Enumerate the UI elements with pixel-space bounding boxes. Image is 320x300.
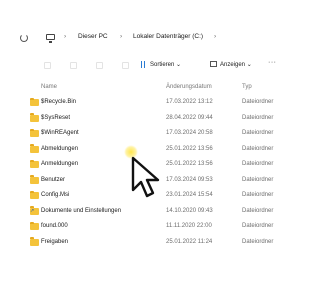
folder-icon (30, 159, 39, 168)
refresh-icon[interactable] (20, 34, 28, 42)
folder-icon (30, 190, 39, 199)
view-button[interactable]: Anzeigen ⌄ (210, 61, 252, 70)
file-type: Dateiordner (242, 130, 274, 136)
folder-icon (30, 144, 39, 153)
file-name: found.000 (41, 223, 68, 229)
file-date: 25.01.2022 13:56 (166, 145, 213, 152)
file-type: Dateiordner (242, 207, 274, 214)
file-type: Dateiordner (242, 192, 274, 198)
column-header-row: Name Änderungsdatum Typ (0, 82, 300, 94)
sort-label: Sortieren (150, 62, 175, 69)
file-date: 17.03.2022 13:12 (166, 99, 213, 105)
folder-icon (30, 113, 39, 122)
file-row[interactable]: $Recycle.Bin 17.03.2022 13:12 Dateiordner (0, 95, 300, 111)
breadcrumb-this-pc[interactable]: Dieser PC (78, 32, 108, 42)
folder-icon (30, 221, 39, 230)
this-pc-icon[interactable] (46, 34, 55, 43)
shortcut-folder-icon (30, 206, 39, 215)
sort-button[interactable]: Sortieren ⌄ (140, 61, 181, 70)
file-date: 17.03.2024 20:58 (166, 130, 213, 136)
file-name: $SysReset (41, 114, 71, 121)
view-label: Anzeigen (220, 62, 246, 68)
file-type: Dateiordner (242, 114, 274, 121)
file-date: 25.01.2022 11:24 (166, 238, 213, 245)
file-type: Dateiordner (242, 161, 274, 167)
file-name: Dokumente und Einstellungen (41, 207, 122, 214)
file-row[interactable]: Freigaben 25.01.2022 11:24 Dateiordner (0, 235, 300, 251)
breadcrumb-separator: › (214, 33, 217, 40)
mouse-pointer-icon (131, 156, 160, 198)
file-date: 28.04.2022 09:44 (166, 114, 213, 121)
file-name: Benutzer (41, 176, 66, 183)
file-name: Config.Msi (41, 192, 70, 198)
view-icon (210, 61, 217, 68)
breadcrumb-separator: › (64, 33, 67, 40)
file-date: 11.11.2020 22:00 (166, 223, 212, 229)
folder-icon (30, 97, 39, 106)
file-date: 14.10.2020 09:43 (166, 207, 213, 214)
file-row[interactable]: $WinREAgent 17.03.2024 20:58 Dateiordner (0, 126, 300, 142)
file-name: Abmeldungen (41, 145, 79, 152)
file-name: Freigaben (41, 238, 69, 245)
file-date: 17.03.2024 09:53 (166, 176, 213, 183)
folder-icon (30, 128, 39, 137)
folder-icon (30, 175, 39, 184)
delete-icon[interactable] (122, 62, 129, 69)
file-row[interactable]: found.000 11.11.2020 22:00 Dateiordner (0, 219, 300, 235)
more-options-button[interactable]: ··· (268, 59, 277, 66)
file-row[interactable]: $SysReset 28.04.2022 09:44 Dateiordner (0, 111, 300, 127)
copy-icon[interactable] (70, 62, 77, 69)
file-name: Anmeldungen (41, 161, 79, 167)
file-date: 23.01.2024 15:54 (166, 192, 213, 198)
command-bar: Sortieren ⌄ Anzeigen ⌄ ··· (0, 58, 300, 74)
column-header-name[interactable]: Name (41, 84, 57, 90)
file-date: 25.01.2022 13:56 (166, 161, 213, 167)
file-row[interactable]: Dokumente und Einstellungen 14.10.2020 09… (0, 204, 300, 220)
file-type: Dateiordner (242, 176, 274, 183)
file-type: Dateiordner (242, 145, 274, 152)
breadcrumb-local-disk[interactable]: Lokaler Datenträger (C:) (133, 32, 203, 42)
address-bar: › Dieser PC › Lokaler Datenträger (C:) › (0, 30, 300, 48)
sort-icon (140, 61, 147, 68)
file-type: Dateiordner (242, 238, 274, 245)
chevron-down-icon: ⌄ (176, 62, 182, 69)
file-name: $Recycle.Bin (41, 99, 77, 105)
file-type: Dateiordner (242, 223, 274, 229)
breadcrumb-separator: › (120, 33, 123, 40)
column-header-date[interactable]: Änderungsdatum (166, 84, 212, 90)
column-header-type[interactable]: Typ (242, 84, 252, 90)
folder-icon (30, 237, 39, 246)
chevron-down-icon: ⌄ (246, 62, 252, 68)
file-name: $WinREAgent (41, 130, 79, 136)
cut-icon[interactable] (44, 62, 51, 69)
paste-icon[interactable] (96, 62, 103, 69)
file-type: Dateiordner (242, 99, 274, 105)
